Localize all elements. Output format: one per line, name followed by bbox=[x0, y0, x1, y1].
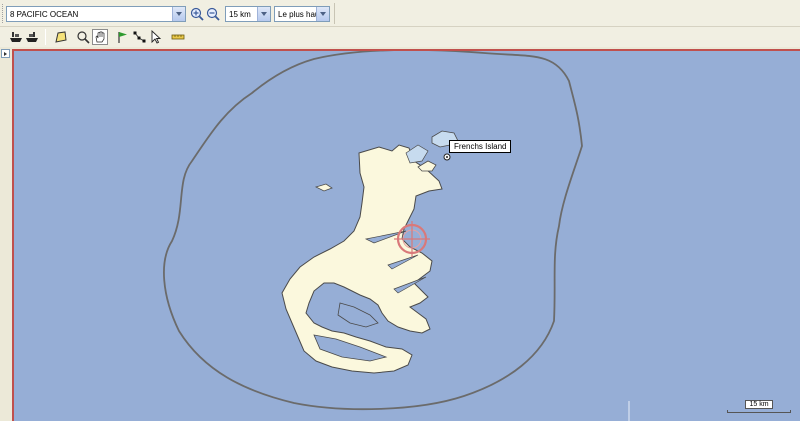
flag-tool-button[interactable] bbox=[114, 29, 130, 45]
scale-select[interactable]: 15 km bbox=[225, 6, 271, 22]
toolbar-divider bbox=[334, 3, 335, 24]
map-graphic[interactable] bbox=[14, 51, 800, 421]
expand-panel-button[interactable] bbox=[1, 49, 10, 58]
place-label-frenchs-island[interactable]: Frenchs Island bbox=[449, 140, 512, 153]
island-land bbox=[281, 144, 443, 374]
scale-bar-line bbox=[727, 410, 791, 413]
zoom-area-icon bbox=[77, 31, 90, 44]
ship-button-2[interactable] bbox=[24, 29, 40, 45]
ruler-icon bbox=[171, 34, 185, 40]
shape-tool-button[interactable] bbox=[53, 29, 69, 45]
side-panel-strip bbox=[0, 47, 12, 421]
detail-level-value: Le plus haut bbox=[278, 9, 316, 19]
region-select-value: 8 PACIFIC OCEAN bbox=[10, 9, 79, 19]
flag-icon bbox=[118, 32, 127, 43]
toolbar-separator bbox=[45, 29, 46, 45]
chevron-right-icon bbox=[4, 51, 7, 56]
chevron-down-icon[interactable] bbox=[172, 7, 185, 21]
select-tool-button[interactable] bbox=[148, 29, 164, 45]
scale-bar-label: 15 km bbox=[745, 400, 773, 409]
place-marker-dot bbox=[446, 156, 448, 158]
ship-icon bbox=[26, 32, 38, 42]
toolbar-grip[interactable] bbox=[2, 4, 5, 23]
pan-tool-button[interactable] bbox=[92, 29, 108, 45]
chevron-down-icon[interactable] bbox=[257, 7, 270, 21]
zoom-out-icon[interactable] bbox=[206, 7, 220, 21]
map-panel: Frenchs Island 15 km bbox=[0, 47, 800, 421]
islet bbox=[417, 160, 437, 172]
hand-icon bbox=[95, 31, 105, 43]
scale-bar: 15 km bbox=[727, 400, 791, 414]
shape-icon bbox=[55, 31, 67, 43]
scale-select-value: 15 km bbox=[229, 9, 251, 19]
top-toolbar: 8 PACIFIC OCEAN 15 km Le plus haut bbox=[0, 0, 800, 27]
detail-level-select[interactable]: Le plus haut bbox=[274, 6, 330, 22]
route-tool-button[interactable] bbox=[131, 29, 147, 45]
tools-toolbar bbox=[0, 27, 800, 47]
ship-icon bbox=[10, 32, 22, 42]
measure-tool-button[interactable] bbox=[170, 29, 186, 45]
islet bbox=[314, 183, 333, 192]
pointer-icon bbox=[151, 30, 162, 44]
zoom-in-icon[interactable] bbox=[190, 7, 204, 21]
region-select[interactable]: 8 PACIFIC OCEAN bbox=[6, 6, 186, 22]
ship-button-1[interactable] bbox=[8, 29, 24, 45]
chart-map[interactable]: Frenchs Island 15 km bbox=[12, 49, 800, 421]
chevron-down-icon[interactable] bbox=[316, 7, 329, 21]
bay bbox=[337, 302, 379, 328]
route-icon bbox=[133, 31, 146, 43]
zoom-area-button[interactable] bbox=[75, 29, 91, 45]
